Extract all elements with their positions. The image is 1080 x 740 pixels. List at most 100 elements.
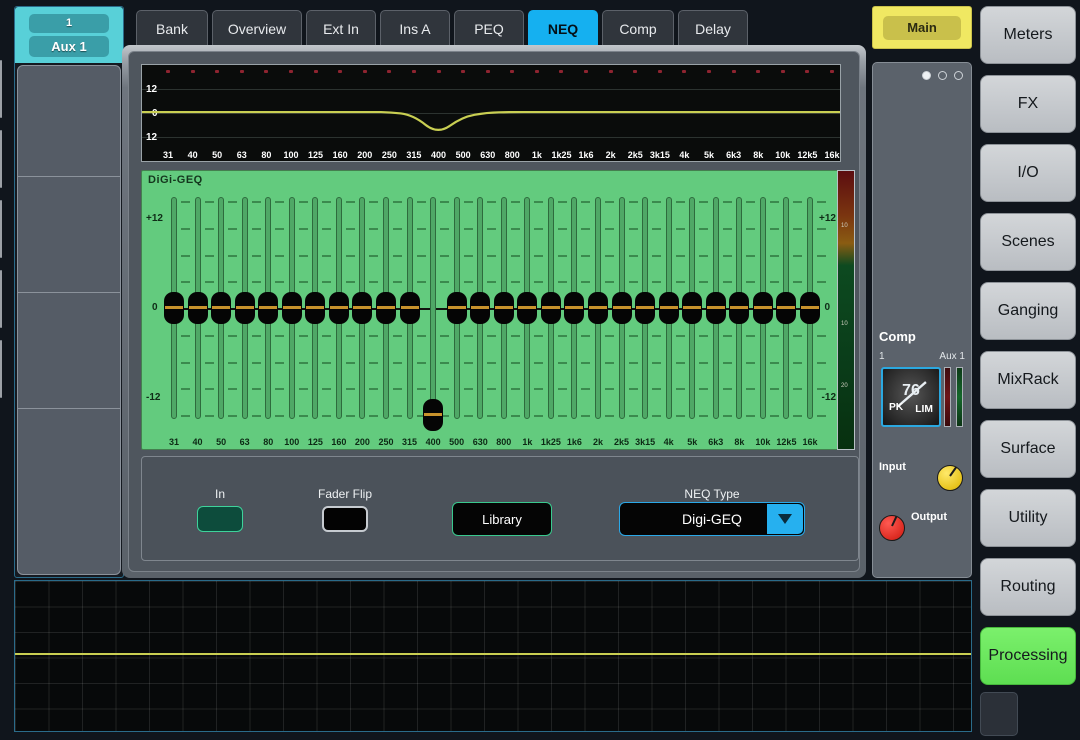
left-nub-2[interactable] (0, 130, 2, 188)
eq-band-dot[interactable] (731, 70, 736, 73)
geq-fader-handle[interactable] (705, 292, 726, 324)
eq-band-dot[interactable] (338, 70, 343, 73)
eq-band-dot[interactable] (534, 70, 539, 73)
geq-fader-handle[interactable] (635, 292, 656, 324)
page-dot-2[interactable] (938, 71, 947, 80)
geq-fader-handle[interactable] (776, 292, 797, 324)
geq-fader-handle[interactable] (399, 292, 420, 324)
left-nub-4[interactable] (0, 270, 2, 328)
geq-fader-handle[interactable] (800, 292, 820, 324)
eq-band-dot[interactable] (510, 70, 515, 73)
geq-fader-handle[interactable] (446, 292, 467, 324)
left-nub-1[interactable] (0, 60, 2, 118)
main-button[interactable]: Main (872, 6, 972, 49)
sidebar-item-processing[interactable]: Processing (980, 627, 1076, 685)
geq-fader-handle[interactable] (658, 292, 679, 324)
sidebar-item-ganging[interactable]: Ganging (980, 282, 1076, 340)
eq-freq-label: 50 (212, 150, 223, 160)
eq-band-dot[interactable] (362, 70, 367, 73)
sidebar-item-surface[interactable]: Surface (980, 420, 1076, 478)
geq-fader-handle[interactable] (305, 292, 326, 324)
geq-fader-handle[interactable] (588, 292, 608, 324)
eq-band-dot[interactable] (288, 70, 293, 73)
tab-ins-a[interactable]: Ins A (380, 10, 450, 46)
tab-neq[interactable]: NEQ (528, 10, 598, 46)
tab-overview[interactable]: Overview (212, 10, 302, 46)
sidebar-stub[interactable] (980, 692, 1018, 736)
geq-fader-handle[interactable] (328, 292, 349, 324)
tab-delay[interactable]: Delay (678, 10, 748, 46)
eq-band-dot[interactable] (461, 70, 466, 73)
geq-fader-handle[interactable] (752, 292, 773, 324)
eq-band-dot[interactable] (805, 70, 810, 73)
output-knob[interactable] (879, 515, 905, 541)
geq-fader-handle[interactable] (470, 292, 491, 324)
geq-fader-handle[interactable] (258, 292, 279, 324)
tab-bank[interactable]: Bank (136, 10, 208, 46)
neq-type-select[interactable]: Digi-GEQ (619, 502, 805, 536)
page-indicator[interactable] (922, 71, 963, 80)
geq-fader-handle[interactable] (493, 292, 514, 324)
geq-fader-handle[interactable] (729, 292, 750, 324)
geq-fader-handle[interactable] (540, 292, 561, 324)
geq-fader-handle[interactable] (281, 292, 302, 324)
sidebar-item-meters[interactable]: Meters (980, 6, 1076, 64)
eq-band-dot[interactable] (436, 70, 441, 73)
geq-fader-handle[interactable] (187, 292, 208, 324)
geq-fader-handle[interactable] (211, 292, 232, 324)
in-button[interactable] (197, 506, 243, 532)
geq-panel[interactable]: DiGi-GEQ +12 +12 0 0 -12 -12 31 40 50 63 80 1… (141, 170, 841, 450)
tab-ext-in[interactable]: Ext In (306, 10, 376, 46)
sidebar-item-mixrack[interactable]: MixRack (980, 351, 1076, 409)
bottom-waveform-grid[interactable] (14, 580, 972, 732)
eq-band-dot[interactable] (830, 70, 834, 73)
eq-band-dot[interactable] (215, 70, 220, 73)
geq-fader-handle[interactable] (376, 292, 396, 324)
eq-band-dot[interactable] (633, 70, 638, 73)
geq-fader-handle[interactable] (564, 292, 585, 324)
tab-peq[interactable]: PEQ (454, 10, 524, 46)
sidebar-item-fx[interactable]: FX (980, 75, 1076, 133)
eq-band-dot[interactable] (411, 70, 416, 73)
eq-band-dot[interactable] (387, 70, 392, 73)
eq-band-dot[interactable] (485, 70, 490, 73)
eq-band-dot[interactable] (166, 70, 170, 73)
page-dot-3[interactable] (954, 71, 963, 80)
library-button[interactable]: Library (452, 502, 552, 536)
eq-band-dot[interactable] (657, 70, 662, 73)
geq-fader-handle[interactable] (682, 292, 703, 324)
chevron-down-icon[interactable] (767, 504, 803, 534)
eq-band-dot[interactable] (239, 70, 244, 73)
left-nub-3[interactable] (0, 200, 2, 258)
geq-fader-handle[interactable] (164, 292, 184, 324)
tab-comp[interactable]: Comp (602, 10, 674, 46)
left-nub-5[interactable] (0, 340, 2, 398)
comp-title: Comp (879, 329, 916, 344)
eq-band-dot[interactable] (756, 70, 761, 73)
page-dot-1[interactable] (922, 71, 931, 80)
channel-header[interactable]: 1 Aux 1 (15, 7, 123, 63)
eq-band-dot[interactable] (190, 70, 195, 73)
geq-fader-handle[interactable] (352, 292, 373, 324)
input-knob[interactable] (937, 465, 963, 491)
eq-band-dot[interactable] (707, 70, 712, 73)
sidebar-item-scenes[interactable]: Scenes (980, 213, 1076, 271)
eq-band-dot[interactable] (264, 70, 269, 73)
eq-band-dot[interactable] (780, 70, 785, 73)
channel-body[interactable] (17, 65, 121, 575)
comp-thumbnail[interactable]: 76 PK LIM (881, 367, 941, 427)
geq-fader-handle[interactable] (517, 292, 538, 324)
fader-flip-button[interactable] (322, 506, 368, 532)
eq-band-dot[interactable] (608, 70, 613, 73)
geq-fader-handle[interactable] (611, 292, 632, 324)
eq-band-dot[interactable] (584, 70, 589, 73)
geq-fader-slot[interactable] (430, 197, 437, 419)
sidebar-item-i-o[interactable]: I/O (980, 144, 1076, 202)
geq-fader-handle[interactable] (423, 399, 444, 431)
eq-band-dot[interactable] (313, 70, 318, 73)
sidebar-item-routing[interactable]: Routing (980, 558, 1076, 616)
eq-band-dot[interactable] (682, 70, 687, 73)
sidebar-item-utility[interactable]: Utility (980, 489, 1076, 547)
eq-response-display[interactable]: 12 0 12 31 40 50 63 80 100 125 160 200 250 315 400 5… (141, 64, 841, 162)
geq-fader-handle[interactable] (234, 292, 255, 324)
